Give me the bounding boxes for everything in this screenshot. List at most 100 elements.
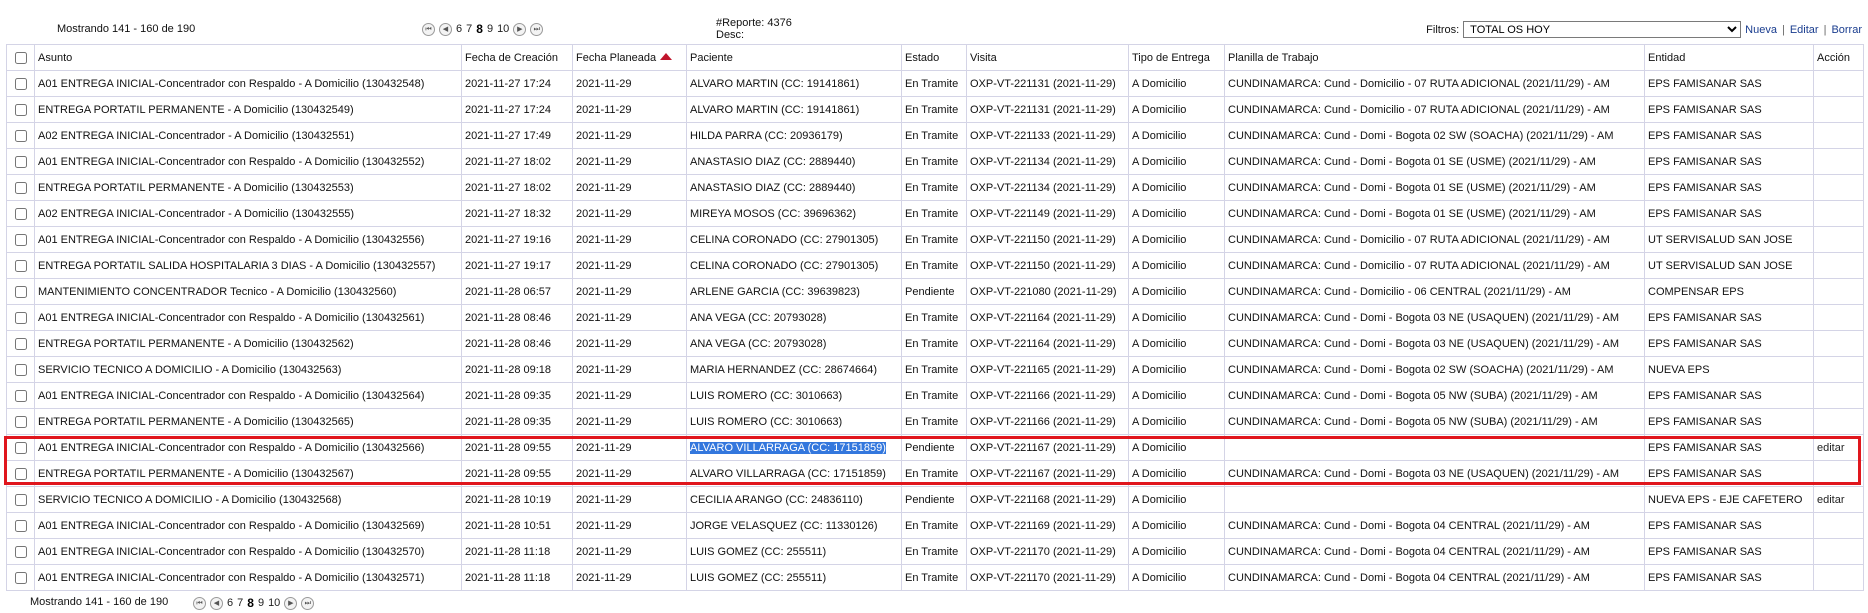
cell-paciente-text: MARIA HERNANDEZ (CC: 28674664)	[690, 363, 878, 376]
table-row[interactable]: A01 ENTREGA INICIAL-Concentrador con Res…	[6, 538, 1864, 565]
table-row[interactable]: MANTENIMIENTO CONCENTRADOR Tecnico - A D…	[6, 278, 1864, 305]
page-link-9[interactable]: 9	[487, 23, 493, 35]
col-asunto[interactable]: Asunto	[34, 44, 462, 71]
row-checkbox[interactable]	[14, 363, 27, 376]
row-checkbox-cell	[6, 200, 35, 227]
page-link-7[interactable]: 7	[466, 23, 472, 35]
cell-tipo-entrega: A Domicilio	[1128, 122, 1225, 149]
row-checkbox[interactable]	[14, 519, 27, 532]
row-checkbox[interactable]	[14, 259, 27, 272]
table-row[interactable]: ENTREGA PORTATIL SALIDA HOSPITALARIA 3 D…	[6, 252, 1864, 279]
cell-paciente: CELINA CORONADO (CC: 27901305)	[686, 252, 902, 279]
row-checkbox[interactable]	[14, 77, 27, 90]
row-checkbox[interactable]	[14, 311, 27, 324]
row-checkbox[interactable]	[14, 155, 27, 168]
row-checkbox[interactable]	[14, 129, 27, 142]
cell-fecha-planeada: 2021-11-29	[572, 486, 687, 513]
edit-link[interactable]: editar	[1817, 442, 1845, 454]
cell-paciente-text: CECILIA ARANGO (CC: 24836110)	[690, 493, 863, 506]
col-planilla[interactable]: Planilla de Trabajo	[1224, 44, 1645, 71]
page-link-6[interactable]: 6	[227, 597, 233, 609]
table-row[interactable]: A01 ENTREGA INICIAL-Concentrador con Res…	[6, 304, 1864, 331]
table-row[interactable]: A02 ENTREGA INICIAL-Concentrador - A Dom…	[6, 200, 1864, 227]
next-page-icon[interactable]: ▶	[513, 22, 527, 36]
cell-tipo-entrega-text: A Domicilio	[1132, 363, 1187, 376]
table-row[interactable]: ENTREGA PORTATIL PERMANENTE - A Domicili…	[6, 174, 1864, 201]
page-link-10[interactable]: 10	[268, 597, 280, 609]
cell-accion	[1813, 564, 1864, 591]
row-checkbox[interactable]	[14, 233, 27, 246]
cell-tipo-entrega-text: A Domicilio	[1132, 493, 1187, 506]
filter-select[interactable]: TOTAL OS HOY	[1463, 21, 1742, 38]
table-row[interactable]: ENTREGA PORTATIL PERMANENTE - A Domicili…	[6, 96, 1864, 123]
page-link-7[interactable]: 7	[237, 597, 243, 609]
cell-fecha-planeada-text: 2021-11-29	[576, 285, 632, 298]
row-checkbox[interactable]	[14, 545, 27, 558]
col-paciente[interactable]: Paciente	[686, 44, 902, 71]
prev-page-icon[interactable]: ◀	[210, 596, 223, 610]
last-page-icon[interactable]: ⏭	[301, 596, 315, 610]
table-row[interactable]: A01 ENTREGA INICIAL-Concentrador con Res…	[6, 226, 1864, 253]
col-visita[interactable]: Visita	[966, 44, 1129, 71]
col-entidad[interactable]: Entidad	[1644, 44, 1814, 71]
row-checkbox[interactable]	[14, 337, 27, 350]
page-link-10[interactable]: 10	[497, 23, 509, 35]
borrar-link[interactable]: Borrar	[1831, 24, 1862, 36]
cell-fecha-planeada: 2021-11-29	[572, 96, 687, 123]
nueva-link[interactable]: Nueva	[1745, 24, 1777, 36]
cell-planilla	[1224, 486, 1645, 513]
col-fecha-creacion[interactable]: Fecha de Creación	[461, 44, 573, 71]
table-row[interactable]: ENTREGA PORTATIL PERMANENTE - A Domicili…	[6, 460, 1864, 487]
cell-fecha-planeada-text: 2021-11-29	[576, 571, 632, 584]
cell-estado-text: Pendiente	[905, 441, 955, 454]
cell-entidad: NUEVA EPS	[1644, 356, 1814, 383]
last-page-icon[interactable]: ⏭	[530, 22, 544, 36]
row-checkbox[interactable]	[14, 103, 27, 116]
row-checkbox[interactable]	[14, 389, 27, 402]
table-row[interactable]: SERVICIO TECNICO A DOMICILIO - A Domicil…	[6, 486, 1864, 513]
select-all-checkbox[interactable]	[14, 51, 27, 64]
cell-visita: OXP-VT-221164 (2021-11-29)	[966, 330, 1129, 357]
col-fecha-planeada[interactable]: Fecha Planeada	[572, 44, 687, 71]
page-link-9[interactable]: 9	[258, 597, 264, 609]
next-page-icon[interactable]: ▶	[284, 596, 298, 610]
edit-link[interactable]: editar	[1817, 494, 1845, 506]
row-checkbox[interactable]	[14, 181, 27, 194]
cell-planilla-text: CUNDINAMARCA: Cund - Domicilio - 07 RUTA…	[1228, 103, 1610, 116]
table-row[interactable]: ENTREGA PORTATIL PERMANENTE - A Domicili…	[6, 408, 1864, 435]
col-estado[interactable]: Estado	[901, 44, 967, 71]
first-page-icon[interactable]: ⏮	[193, 596, 206, 610]
table-row[interactable]: SERVICIO TECNICO A DOMICILIO - A Domicil…	[6, 356, 1864, 383]
col-tipo-entrega[interactable]: Tipo de Entrega	[1128, 44, 1225, 71]
prev-page-icon[interactable]: ◀	[439, 22, 452, 36]
table-row[interactable]: A01 ENTREGA INICIAL-Concentrador con Res…	[6, 564, 1864, 591]
table-row[interactable]: A01 ENTREGA INICIAL-Concentrador con Res…	[6, 70, 1864, 97]
row-checkbox[interactable]	[14, 441, 27, 454]
cell-tipo-entrega: A Domicilio	[1128, 486, 1225, 513]
table-row[interactable]: A01 ENTREGA INICIAL-Concentrador con Res…	[6, 148, 1864, 175]
cell-entidad: EPS FAMISANAR SAS	[1644, 304, 1814, 331]
cell-fecha-creacion-text: 2021-11-27 17:24	[465, 77, 552, 90]
cell-estado: En Tramite	[901, 538, 967, 565]
row-checkbox[interactable]	[14, 285, 27, 298]
row-checkbox[interactable]	[14, 207, 27, 220]
row-checkbox[interactable]	[14, 415, 27, 428]
sort-asc-icon	[660, 52, 673, 60]
cell-paciente-text: ANA VEGA (CC: 20793028)	[690, 311, 827, 324]
editar-link[interactable]: Editar	[1790, 24, 1819, 36]
cell-visita-text: OXP-VT-221169 (2021-11-29)	[970, 519, 1116, 532]
table-row[interactable]: A02 ENTREGA INICIAL-Concentrador - A Dom…	[6, 122, 1864, 149]
cell-paciente: CECILIA ARANGO (CC: 24836110)	[686, 486, 902, 513]
row-checkbox[interactable]	[14, 467, 27, 480]
first-page-icon[interactable]: ⏮	[422, 22, 435, 36]
cell-visita-text: OXP-VT-221167 (2021-11-29)	[970, 467, 1116, 480]
table-row[interactable]: ENTREGA PORTATIL PERMANENTE - A Domicili…	[6, 330, 1864, 357]
cell-tipo-entrega: A Domicilio	[1128, 460, 1225, 487]
table-row[interactable]: A01 ENTREGA INICIAL-Concentrador con Res…	[6, 512, 1864, 539]
cell-entidad-text: EPS FAMISANAR SAS	[1648, 129, 1762, 142]
table-row[interactable]: A01 ENTREGA INICIAL-Concentrador con Res…	[6, 434, 1864, 461]
row-checkbox[interactable]	[14, 493, 27, 506]
row-checkbox[interactable]	[14, 571, 27, 584]
table-row[interactable]: A01 ENTREGA INICIAL-Concentrador con Res…	[6, 382, 1864, 409]
page-link-6[interactable]: 6	[456, 23, 462, 35]
